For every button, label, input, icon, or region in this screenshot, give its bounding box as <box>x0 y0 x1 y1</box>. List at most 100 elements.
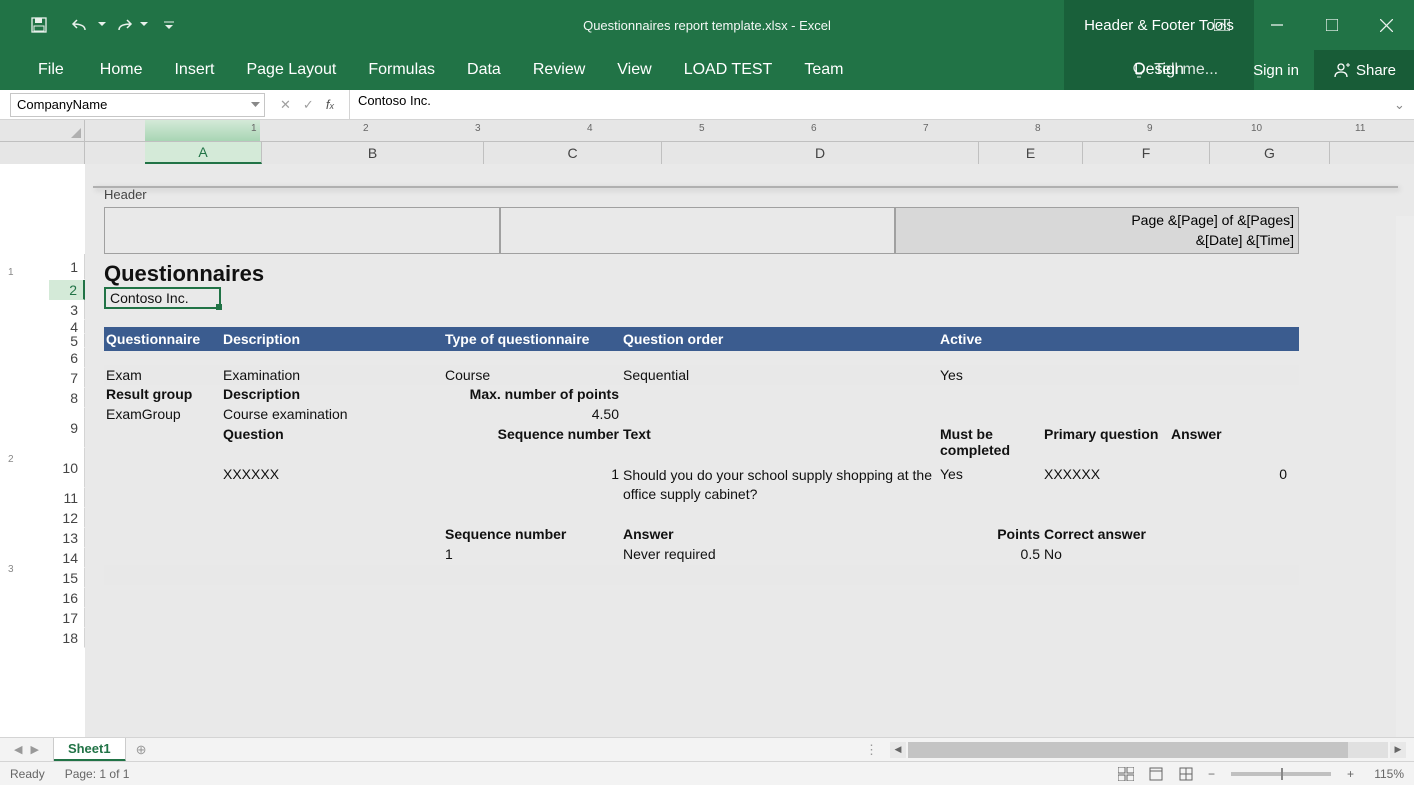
tell-me-search[interactable]: Tell me... <box>1110 61 1238 79</box>
subheader-row: Result group Description Max. number of … <box>104 385 1299 405</box>
fx-icon[interactable]: fx <box>326 97 334 112</box>
select-all-corner[interactable] <box>0 120 85 141</box>
tab-formulas[interactable]: Formulas <box>352 50 451 90</box>
header-label: Header <box>104 187 147 202</box>
sheet-next-icon[interactable]: ▶ <box>30 743 38 756</box>
row-header-2[interactable]: 2 <box>49 280 85 300</box>
sheet-prev-icon[interactable]: ◀ <box>14 743 22 756</box>
vertical-scrollbar[interactable] <box>1396 216 1414 759</box>
horizontal-scrollbar[interactable]: ⋮ ◀ ▶ <box>865 742 1414 758</box>
ribbon-tabs: File Home Insert Page Layout Formulas Da… <box>0 50 1414 90</box>
page-layout-area: Header Page &[Page] of &[Pages] &[Date] … <box>85 164 1414 759</box>
close-button[interactable] <box>1359 0 1414 50</box>
formula-bar: CompanyName ✕ ✓ fx Contoso Inc. ⌄ <box>0 90 1414 120</box>
share-icon <box>1332 61 1350 79</box>
table-row: XXXXXX 1 Should you do your school suppl… <box>104 465 1299 505</box>
worksheet-grid: 1 1 2 3 4 5 6 7 8 2 9 10 11 12 13 3 14 1… <box>0 164 1414 759</box>
maximize-button[interactable] <box>1304 0 1359 50</box>
tab-review[interactable]: Review <box>517 50 601 90</box>
tab-page-layout[interactable]: Page Layout <box>230 50 352 90</box>
tell-me-label: Tell me... <box>1154 61 1218 79</box>
scroll-left-icon[interactable]: ◀ <box>890 742 906 758</box>
col-header-b[interactable]: B <box>262 142 484 164</box>
page-break-view-icon[interactable] <box>1174 764 1198 784</box>
row-header-13[interactable]: 13 <box>49 528 85 548</box>
formula-expand-icon[interactable]: ⌄ <box>1394 97 1414 113</box>
row-header-1[interactable]: 1 <box>49 254 85 280</box>
status-page: Page: 1 of 1 <box>65 767 130 781</box>
tab-view[interactable]: View <box>601 50 667 90</box>
row-header-4[interactable]: 4 <box>49 320 85 334</box>
page-layout-view-icon[interactable] <box>1144 764 1168 784</box>
zoom-out-icon[interactable]: − <box>1204 767 1219 781</box>
sheet-tabs-bar: ◀ ▶ Sheet1 ⊕ ⋮ ◀ ▶ <box>0 737 1414 761</box>
subheader-row: Sequence number Answer Points Correct an… <box>104 525 1299 545</box>
share-button[interactable]: Share <box>1314 50 1414 90</box>
status-ready: Ready <box>10 767 45 781</box>
row-header-18[interactable]: 18 <box>49 628 85 648</box>
table-row: Exam Examination Course Sequential Yes <box>104 365 1299 385</box>
tab-insert[interactable]: Insert <box>158 50 230 90</box>
save-icon[interactable] <box>25 11 53 39</box>
zoom-level[interactable]: 115% <box>1364 767 1404 781</box>
undo-icon[interactable] <box>67 11 95 39</box>
tab-home[interactable]: Home <box>84 50 159 90</box>
row-header-8[interactable]: 8 <box>49 388 85 408</box>
col-header-a[interactable]: A <box>145 142 262 164</box>
normal-view-icon[interactable] <box>1114 764 1138 784</box>
row-header-11[interactable]: 11 <box>49 488 85 508</box>
status-bar: Ready Page: 1 of 1 − + 115% <box>0 761 1414 785</box>
zoom-in-icon[interactable]: + <box>1343 767 1358 781</box>
col-header-e[interactable]: E <box>979 142 1083 164</box>
tab-load-test[interactable]: LOAD TEST <box>668 50 789 90</box>
row-header-3[interactable]: 3 <box>49 300 85 320</box>
table-header-row: Questionnaire Description Type of questi… <box>104 327 1299 351</box>
table-row: 1 Never required 0.5 No <box>104 545 1299 565</box>
redo-dropdown-icon[interactable] <box>139 11 149 39</box>
page: Header Page &[Page] of &[Pages] &[Date] … <box>93 186 1398 188</box>
col-header-f[interactable]: F <box>1083 142 1210 164</box>
row-header-5[interactable]: 5 <box>49 334 85 348</box>
add-sheet-button[interactable]: ⊕ <box>126 742 157 758</box>
header-right[interactable]: Page &[Page] of &[Pages] &[Date] &[Time] <box>895 207 1299 254</box>
report-title: Questionnaires <box>104 261 1299 287</box>
header-center[interactable] <box>500 207 896 254</box>
enter-icon[interactable]: ✓ <box>303 97 314 113</box>
row-header-9[interactable]: 9 <box>49 408 85 448</box>
document-title: Questionnaires report template.xlsx - Ex… <box>583 18 831 33</box>
name-box[interactable]: CompanyName <box>10 93 265 117</box>
minimize-button[interactable] <box>1249 0 1304 50</box>
row-header-15[interactable]: 15 <box>49 568 85 588</box>
undo-dropdown-icon[interactable] <box>97 11 107 39</box>
zoom-slider[interactable] <box>1231 772 1331 776</box>
formula-input[interactable]: Contoso Inc. <box>350 93 1394 117</box>
tab-data[interactable]: Data <box>451 50 517 90</box>
sheet-tab-sheet1[interactable]: Sheet1 <box>54 738 126 762</box>
header-boxes: Page &[Page] of &[Pages] &[Date] &[Time] <box>104 207 1299 254</box>
active-cell[interactable]: Contoso Inc. <box>104 287 221 309</box>
row-header-16[interactable]: 16 <box>49 588 85 608</box>
redo-icon[interactable] <box>109 11 137 39</box>
sheet-content[interactable]: Questionnaires Contoso Inc. Questionnair… <box>104 261 1299 585</box>
col-header-c[interactable]: C <box>484 142 662 164</box>
qat-customize-icon[interactable] <box>163 11 175 39</box>
tab-team[interactable]: Team <box>788 50 859 90</box>
row-header-10[interactable]: 10 <box>49 448 85 488</box>
sign-in-button[interactable]: Sign in <box>1238 62 1314 79</box>
ribbon-display-options-icon[interactable] <box>1194 0 1249 50</box>
row-header-14[interactable]: 14 <box>49 548 85 568</box>
header-left[interactable] <box>104 207 500 254</box>
header-right-line1: Page &[Page] of &[Pages] <box>900 210 1294 230</box>
row-header-12[interactable]: 12 <box>49 508 85 528</box>
col-header-d[interactable]: D <box>662 142 979 164</box>
scroll-right-icon[interactable]: ▶ <box>1390 742 1406 758</box>
row-header-17[interactable]: 17 <box>49 608 85 628</box>
cancel-icon[interactable]: ✕ <box>280 97 291 113</box>
lightbulb-icon <box>1130 61 1148 79</box>
header-right-line2: &[Date] &[Time] <box>900 230 1294 250</box>
row-header-7[interactable]: 7 <box>49 368 85 388</box>
row-header-6[interactable]: 6 <box>49 348 85 368</box>
name-box-dropdown-icon[interactable] <box>251 102 260 108</box>
col-header-g[interactable]: G <box>1210 142 1330 164</box>
tab-file[interactable]: File <box>28 50 84 90</box>
